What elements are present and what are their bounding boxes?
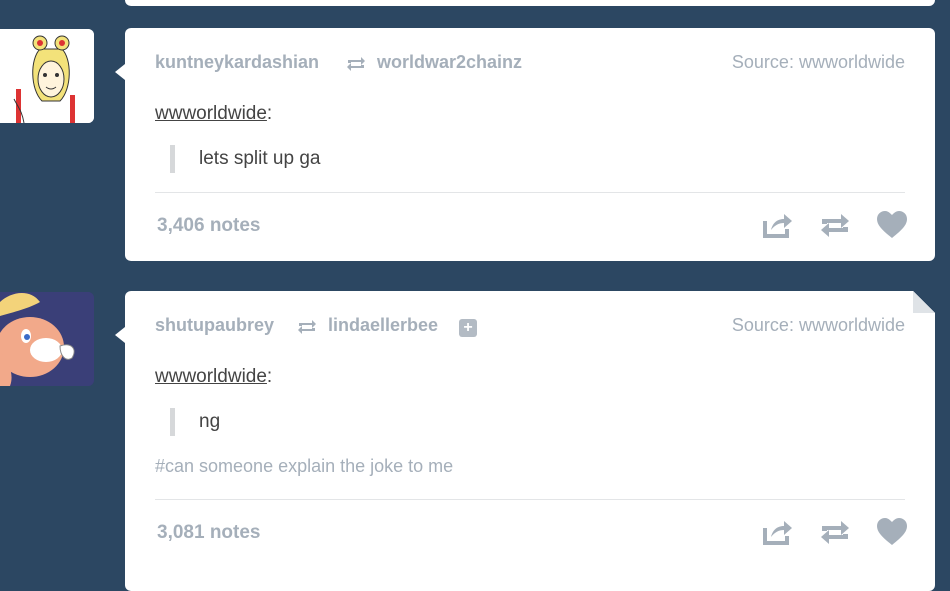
source-label: Source: <box>731 315 794 335</box>
post-author-link[interactable]: shutupaubrey <box>155 315 274 336</box>
quote-colon: : <box>266 103 273 124</box>
follow-plus-icon[interactable]: + <box>459 319 477 337</box>
notes-count[interactable]: 3,081 notes <box>157 522 261 544</box>
previous-post-bottom <box>125 0 935 6</box>
source-label: Source: <box>731 52 794 72</box>
post-divider <box>155 192 905 193</box>
post-divider <box>155 499 905 500</box>
post-header: kuntneykardashian worldwar2chainz Source… <box>155 52 905 76</box>
reblog-icon <box>298 320 316 334</box>
share-icon[interactable] <box>761 209 793 239</box>
blockquote-bar <box>170 145 175 173</box>
post-author-link[interactable]: kuntneykardashian <box>155 52 319 73</box>
quote-colon: : <box>266 366 273 387</box>
source-name: wwworldwide <box>798 52 905 72</box>
quote-author-link[interactable]: wwworldwide <box>155 103 267 124</box>
notes-count[interactable]: 3,406 notes <box>157 215 261 237</box>
quote-text: ng <box>199 411 221 432</box>
quote-text: lets split up ga <box>199 148 321 169</box>
blockquote-bar <box>170 408 175 436</box>
heart-icon[interactable] <box>876 210 908 240</box>
post-card-1: kuntneykardashian worldwar2chainz Source… <box>115 28 935 261</box>
share-icon[interactable] <box>761 516 793 546</box>
heart-icon[interactable] <box>876 517 908 547</box>
avatar-shutupaubrey[interactable] <box>0 292 94 386</box>
bunny-avatar-image <box>0 292 94 386</box>
avatar-kuntneykardashian[interactable] <box>0 29 94 123</box>
reblogged-from-link[interactable]: lindaellerbee <box>328 315 438 336</box>
post-tag[interactable]: #can someone explain the joke to me <box>155 456 453 477</box>
reblog-icon[interactable] <box>819 518 851 548</box>
source-attribution[interactable]: Source: wwworldwide <box>732 52 905 73</box>
post-card-2: shutupaubrey lindaellerbee + Source: www… <box>115 291 935 591</box>
quote-author: wwworldwide: <box>155 366 272 388</box>
source-name: wwworldwide <box>798 315 905 335</box>
reblog-icon <box>347 57 365 71</box>
reblogged-from-link[interactable]: worldwar2chainz <box>377 52 522 73</box>
quote-author-link[interactable]: wwworldwide <box>155 366 267 387</box>
post-corner-fold <box>913 291 935 313</box>
post-header: shutupaubrey lindaellerbee + Source: www… <box>155 315 905 339</box>
quote-author: wwworldwide: <box>155 103 272 125</box>
sailor-moon-avatar-image <box>0 29 94 123</box>
reblog-icon[interactable] <box>819 211 851 241</box>
source-attribution[interactable]: Source: wwworldwide <box>732 315 905 336</box>
